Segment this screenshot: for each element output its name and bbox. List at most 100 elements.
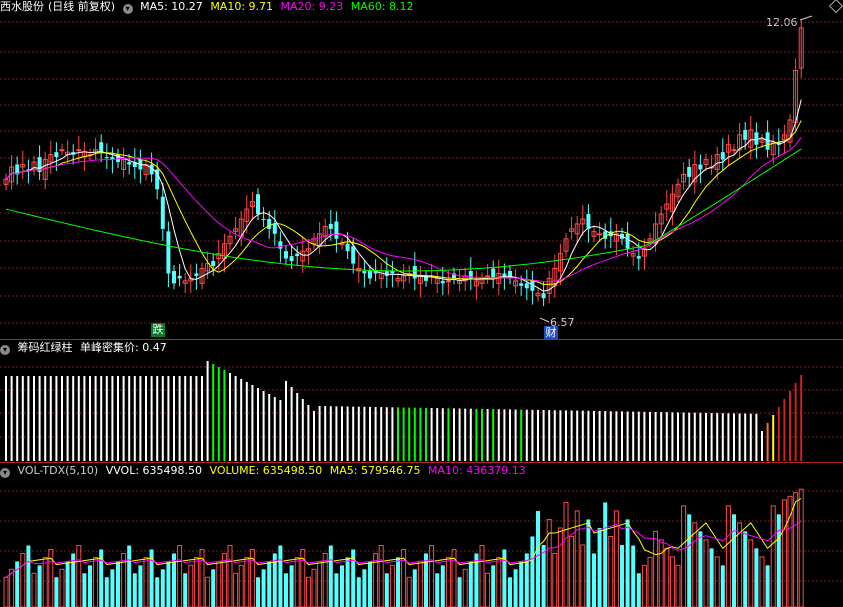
chip-bar bbox=[492, 409, 495, 461]
volume-bar-down bbox=[396, 557, 400, 607]
chip-bar bbox=[542, 410, 545, 461]
chip-bar bbox=[156, 376, 159, 461]
chip-bar bbox=[352, 406, 355, 461]
high-pointer bbox=[799, 15, 813, 21]
chip-bar bbox=[682, 412, 685, 461]
candle-down bbox=[743, 129, 748, 140]
volume-bar-up bbox=[389, 564, 395, 607]
chip-bar bbox=[598, 411, 601, 461]
candle-up bbox=[59, 149, 65, 152]
chip-bar bbox=[744, 413, 747, 461]
volume-bar-down bbox=[368, 561, 372, 607]
volume-bar-down bbox=[468, 561, 473, 607]
volume-bar-down bbox=[88, 565, 92, 607]
chip-bar bbox=[581, 410, 584, 461]
candle-down bbox=[491, 268, 496, 279]
candle-down bbox=[334, 221, 339, 239]
volume-bar-down bbox=[508, 577, 512, 607]
volume-bar-up bbox=[781, 499, 787, 607]
candle-down bbox=[362, 270, 367, 274]
volume-bar-down bbox=[104, 577, 109, 607]
volume-bar-up bbox=[714, 556, 720, 607]
chip-bar bbox=[341, 406, 343, 461]
chip-bar bbox=[800, 375, 803, 461]
candle-down bbox=[328, 223, 333, 229]
chip-bar bbox=[475, 408, 478, 461]
volume-bar-down bbox=[340, 565, 344, 607]
chip-bar bbox=[240, 379, 243, 461]
volume-bar-down bbox=[698, 531, 703, 607]
volume-bar-down bbox=[37, 565, 42, 607]
volume-bar-up bbox=[216, 560, 222, 607]
volume-bar-up bbox=[703, 539, 709, 607]
chip-bar bbox=[643, 411, 646, 461]
candle-down bbox=[687, 167, 692, 177]
chip-bar bbox=[139, 376, 142, 461]
chip-bar bbox=[576, 410, 579, 461]
candle-up bbox=[731, 149, 737, 152]
chip-bar bbox=[430, 408, 433, 461]
chip-bar bbox=[794, 383, 797, 461]
candle-down bbox=[127, 162, 132, 165]
chip-bar bbox=[380, 407, 383, 461]
chip-bar bbox=[27, 376, 30, 461]
volume-bar-down bbox=[132, 573, 137, 607]
chip-bar bbox=[721, 413, 724, 461]
volume-bar-up bbox=[793, 492, 799, 607]
chip-bar bbox=[699, 412, 702, 461]
candle-up bbox=[597, 233, 603, 236]
chip-bar bbox=[716, 413, 719, 461]
chip-bar bbox=[514, 409, 517, 461]
volume-bar-up bbox=[798, 488, 804, 607]
chip-bar bbox=[184, 376, 187, 461]
volume-bar-up bbox=[311, 568, 317, 607]
volume-bar-up bbox=[205, 576, 211, 607]
chip-bar bbox=[268, 394, 271, 461]
candle-down bbox=[211, 261, 216, 267]
chip-bar bbox=[419, 407, 422, 461]
volume-bar-up bbox=[664, 547, 670, 607]
chip-bar bbox=[122, 376, 125, 461]
volume-bar-down bbox=[720, 565, 725, 607]
volume-bar-up bbox=[675, 564, 681, 607]
chip-bar bbox=[55, 376, 58, 461]
chip-bar bbox=[609, 411, 612, 461]
low-pointer bbox=[539, 317, 550, 323]
stock-chart[interactable] bbox=[0, 0, 843, 607]
chip-bar bbox=[593, 410, 595, 461]
volume-bar-down bbox=[530, 536, 535, 607]
chip-bar bbox=[374, 407, 377, 461]
chip-bar bbox=[128, 376, 131, 461]
chip-bar bbox=[509, 409, 511, 461]
chip-bar bbox=[553, 410, 556, 461]
volume-bar-up bbox=[244, 556, 250, 607]
candle-up bbox=[76, 149, 82, 152]
chip-bar bbox=[346, 406, 349, 461]
volume-bar-down bbox=[82, 573, 87, 607]
volume-bar-up bbox=[59, 568, 65, 607]
candle-down bbox=[54, 152, 59, 158]
chip-bar bbox=[100, 376, 103, 461]
chip-bar bbox=[464, 408, 467, 461]
volume-bar-down bbox=[732, 514, 736, 607]
chip-bar bbox=[279, 400, 282, 461]
chip-bar bbox=[105, 376, 108, 461]
chip-bar bbox=[285, 381, 287, 461]
volume-bar-down bbox=[138, 565, 143, 607]
chip-bar bbox=[83, 376, 86, 461]
volume-bar-down bbox=[776, 514, 781, 607]
volume-bar-up bbox=[233, 572, 239, 607]
candle-down bbox=[524, 283, 529, 289]
chip-bar bbox=[425, 407, 427, 461]
chip-bar bbox=[654, 412, 657, 461]
chip-bar bbox=[632, 411, 635, 461]
chip-bar bbox=[307, 405, 310, 461]
chip-bar bbox=[111, 376, 114, 461]
volume-bar-down bbox=[334, 573, 339, 607]
chip-bar bbox=[481, 408, 483, 461]
chip-bar bbox=[408, 407, 411, 461]
volume-bar-down bbox=[289, 565, 294, 607]
volume-bar-down bbox=[440, 565, 445, 607]
volume-bar-down bbox=[631, 545, 636, 607]
chip-bar bbox=[649, 411, 651, 461]
